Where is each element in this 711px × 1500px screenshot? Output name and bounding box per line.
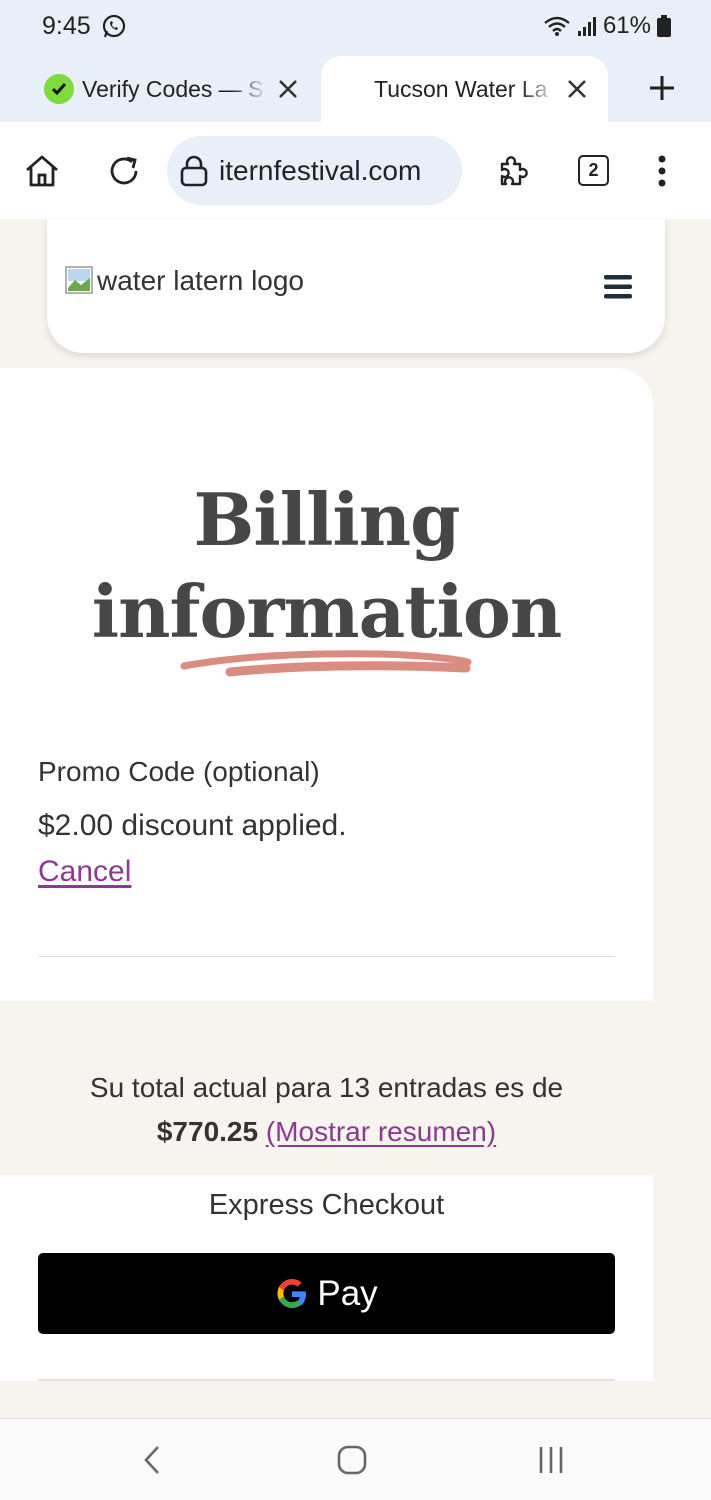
address-bar[interactable]: iternfestival.com <box>167 136 462 205</box>
logo-alt-text: water latern logo <box>97 265 305 296</box>
promo-code-label: Promo Code (optional) <box>38 756 320 787</box>
signal-icon <box>577 17 596 36</box>
reload-icon[interactable] <box>105 152 143 190</box>
tab-switcher-button[interactable]: 2 <box>578 155 609 186</box>
discount-applied-text: $2.00 discount applied. <box>38 809 347 842</box>
kebab-menu-icon[interactable] <box>643 152 681 190</box>
close-icon[interactable] <box>565 77 589 101</box>
page-title: Billing information <box>0 474 653 658</box>
show-summary-link[interactable]: (Mostrar resumen) <box>266 1116 496 1147</box>
browser-toolbar: iternfestival.com 2 <box>0 122 711 219</box>
title-brush-underline <box>180 650 472 677</box>
tab-strip: Verify Codes — S Tucson Water La <box>0 56 711 122</box>
url-text: iternfestival.com <box>219 154 422 186</box>
broken-image-icon <box>65 266 93 294</box>
lock-icon <box>180 155 208 186</box>
google-pay-label: Pay <box>317 1273 378 1313</box>
total-amount: $770.25 <box>156 1116 259 1147</box>
cancel-promo-link[interactable]: Cancel <box>38 855 131 889</box>
title-line-2: information <box>91 569 562 654</box>
status-bar: 9:45 61% <box>0 0 711 56</box>
tab-tucson-water[interactable]: Tucson Water La <box>321 56 608 122</box>
total-text: Su total actual para 13 entradas es de <box>89 1072 564 1103</box>
express-checkout-section: Express Checkout Pay <box>0 1175 653 1381</box>
status-icons: 61% <box>543 12 671 40</box>
verify-favicon <box>44 74 74 104</box>
site-header: water latern logo <box>47 219 665 353</box>
extensions-icon[interactable] <box>494 152 532 190</box>
tab-title: Verify Codes — S <box>82 75 264 102</box>
tab-verify-codes[interactable]: Verify Codes — S <box>30 60 315 118</box>
status-time: 9:45 <box>42 12 91 40</box>
wifi-icon <box>544 16 570 36</box>
express-checkout-title: Express Checkout <box>208 1189 445 1221</box>
google-g-icon <box>277 1278 307 1308</box>
back-icon[interactable] <box>136 1443 170 1477</box>
site-logo[interactable]: water latern logo <box>65 265 304 297</box>
divider <box>38 956 615 957</box>
home-icon[interactable] <box>23 152 61 190</box>
divider <box>38 1379 615 1381</box>
tab-title: Tucson Water La <box>374 75 548 102</box>
google-pay-button[interactable]: Pay <box>38 1253 615 1334</box>
new-tab-icon[interactable] <box>646 72 678 104</box>
billing-card: Billing information Promo Code (optional… <box>0 368 653 1001</box>
battery-percent: 61% <box>602 12 651 39</box>
hamburger-menu-icon[interactable] <box>603 273 633 301</box>
close-icon[interactable] <box>276 77 300 101</box>
whatsapp-icon <box>102 14 126 38</box>
title-line-1: Billing <box>193 477 461 562</box>
battery-icon <box>657 15 671 37</box>
system-nav-bar <box>0 1418 711 1500</box>
home-nav-icon[interactable] <box>335 1443 369 1477</box>
order-total-summary: Su total actual para 13 entradas es de $… <box>0 1066 653 1154</box>
recents-icon[interactable] <box>534 1443 568 1477</box>
